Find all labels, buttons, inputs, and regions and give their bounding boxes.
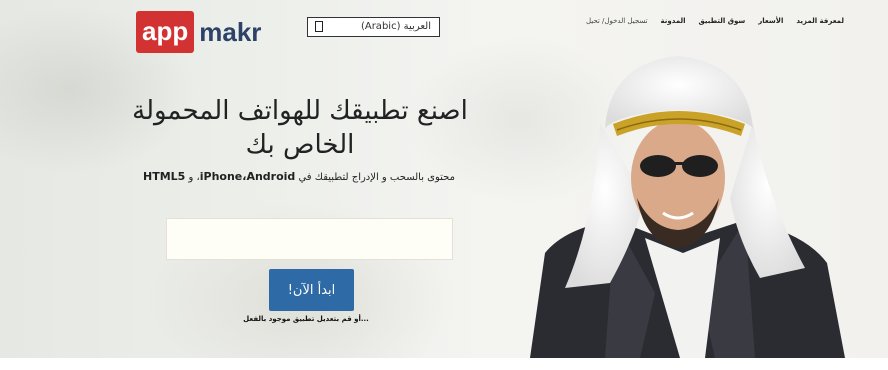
nav-login-link[interactable]: تسجيل الدخول/ تحيل (586, 17, 648, 25)
app-name-input[interactable] (166, 218, 453, 260)
edit-existing-app-link[interactable]: ...أو قم بتعديل تطبيق موجود بالفعل (236, 315, 376, 323)
subtitle-prefix: محتوى بالسحب و الإدراج لتطبيقك في (295, 172, 455, 183)
appmakr-logo[interactable]: app makr (136, 11, 261, 53)
checkbox-icon (315, 21, 323, 32)
nav-item-blog[interactable]: المدونة (661, 17, 686, 25)
hero-man-photo (530, 56, 845, 358)
subtitle-html5: HTML5 (143, 170, 186, 183)
logo-makr-text: makr (199, 16, 262, 47)
top-nav: تسجيل الدخول/ تحيل المدونة سوق التطبيق ا… (586, 14, 844, 28)
bottom-strip (0, 358, 888, 370)
hero-title-line2: الخاص بك (245, 130, 355, 160)
subtitle-mid: ، و (185, 172, 200, 183)
landing-page: app makr العربية (Arabic) تسجيل الدخول/ … (0, 0, 888, 370)
logo-app-text: app (136, 11, 195, 53)
nav-item-pricing[interactable]: الأسعار (758, 17, 783, 25)
start-now-button[interactable]: ابدأ الآن! (269, 269, 354, 311)
hero-subtitle: محتوى بالسحب و الإدراج لتطبيقك في iPhone… (134, 170, 464, 183)
nav-item-learn-more[interactable]: لمعرفة المزيد (796, 17, 844, 25)
hero-title-line1: اصنع تطبيقك للهواتف المحمولة (132, 96, 468, 126)
subtitle-platforms: iPhone،Android (199, 170, 296, 183)
language-select[interactable]: العربية (Arabic) (307, 17, 440, 37)
hero-title: اصنع تطبيقك للهواتف المحمولة الخاص بك (120, 94, 480, 162)
nav-item-app-market[interactable]: سوق التطبيق (699, 17, 746, 25)
language-selected-label: العربية (Arabic) (360, 21, 431, 32)
